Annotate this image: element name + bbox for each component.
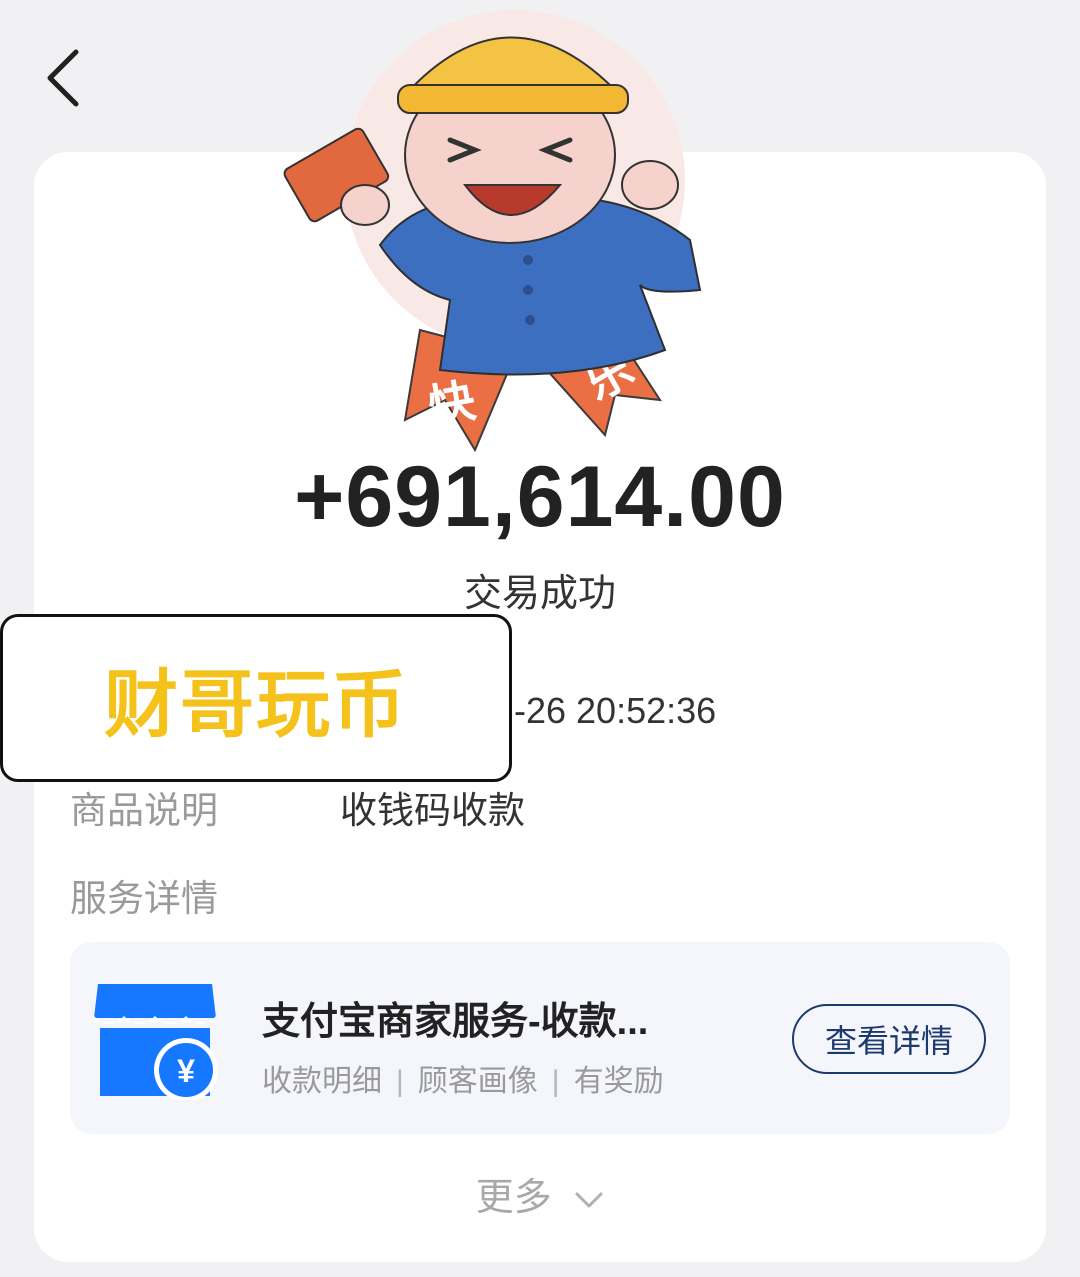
more-label: 更多 (475, 1177, 552, 1219)
product-value: 收钱码收款 (340, 790, 525, 831)
shop-yuan-icon: ¥ (94, 984, 218, 1100)
service-title: 支付宝商家服务-收款... (262, 1001, 649, 1043)
view-details-button[interactable]: 查看详情 (792, 1004, 986, 1074)
service-label: 服务详情 (70, 878, 218, 919)
watermark-overlay: 财哥玩币 (0, 614, 512, 782)
svg-text:¥: ¥ (177, 1053, 195, 1089)
service-tag: 有奖励 (573, 1065, 664, 1098)
back-button[interactable] (38, 44, 94, 108)
service-tags: 收款明细 | 顾客画像 | 有奖励 (262, 1065, 664, 1098)
amount-text: +691,614.00 (294, 449, 786, 545)
merchant-service-card[interactable]: ¥ 支付宝商家服务-收款... 收款明细 | 顾客画像 | 有奖励 查看详情 (70, 942, 1010, 1134)
chevron-left-icon (47, 49, 79, 107)
product-label: 商品说明 (70, 790, 218, 831)
worker-sticker: 快 乐 (283, 10, 702, 453)
more-button[interactable]: 更多 (0, 1166, 1080, 1221)
transaction-time-value: -26 20:52:36 (514, 690, 717, 731)
transaction-detail-page: 快 乐 +691,614.00 交易成功 -26 20:52:36 财哥玩币 商… (0, 0, 1080, 1277)
status-text: 交易成功 (463, 573, 616, 615)
service-tag: 收款明细 (262, 1065, 382, 1098)
chevron-down-icon (575, 1192, 603, 1208)
service-tag: 顾客画像 (417, 1065, 538, 1098)
watermark-text: 财哥玩币 (104, 662, 408, 746)
